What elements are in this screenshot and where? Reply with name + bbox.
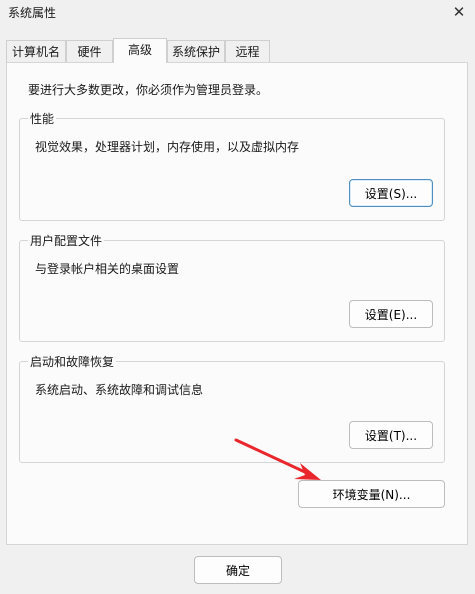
window-title: 系统属性 [8,6,57,20]
group-performance: 性能 视觉效果，处理器计划，内存使用，以及虚拟内存 设置(S)... [19,110,445,221]
ok-label: 确定 [225,563,250,578]
performance-settings-label: 设置(S)... [364,186,418,201]
startup-recovery-settings-label: 设置(T)... [364,428,418,443]
admin-note: 要进行大多数更改，你必须作为管理员登录。 [28,83,269,97]
group-title-user-profiles: 用户配置文件 [28,232,105,249]
group-title-startup-recovery: 启动和故障恢复 [28,353,117,370]
group-user-profiles: 用户配置文件 与登录帐户相关的桌面设置 设置(E)... [19,232,445,342]
user-profiles-description: 与登录帐户相关的桌面设置 [35,262,180,276]
environment-variables-button[interactable]: 环境变量(N)... [298,480,445,508]
tab-remote[interactable]: 远程 [225,40,270,62]
ok-button[interactable]: 确定 [194,556,282,584]
performance-description: 视觉效果，处理器计划，内存使用，以及虚拟内存 [35,140,300,154]
tab-advanced[interactable]: 高级 [113,38,167,63]
tab-hardware[interactable]: 硬件 [66,40,113,62]
close-icon[interactable]: ✕ [444,0,474,24]
startup-recovery-settings-button[interactable]: 设置(T)... [349,421,433,449]
environment-variables-label: 环境变量(N)... [332,487,411,502]
performance-settings-button[interactable]: 设置(S)... [349,179,433,207]
startup-recovery-description: 系统启动、系统故障和调试信息 [35,383,204,397]
group-title-performance: 性能 [28,110,57,127]
title-bar: 系统属性 ✕ [0,0,475,28]
tab-system-protection[interactable]: 系统保护 [167,40,225,62]
tab-computer-name[interactable]: 计算机名 [6,40,66,62]
group-startup-recovery: 启动和故障恢复 系统启动、系统故障和调试信息 设置(T)... [19,353,445,463]
user-profiles-settings-label: 设置(E)... [364,307,418,322]
user-profiles-settings-button[interactable]: 设置(E)... [349,300,433,328]
